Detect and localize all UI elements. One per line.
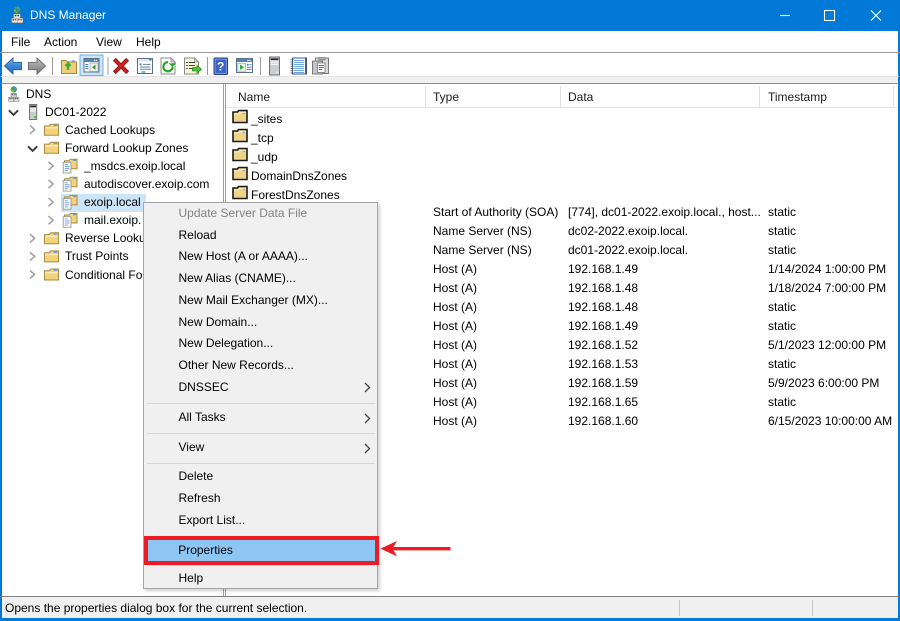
svg-text:?: ? [217,60,224,74]
